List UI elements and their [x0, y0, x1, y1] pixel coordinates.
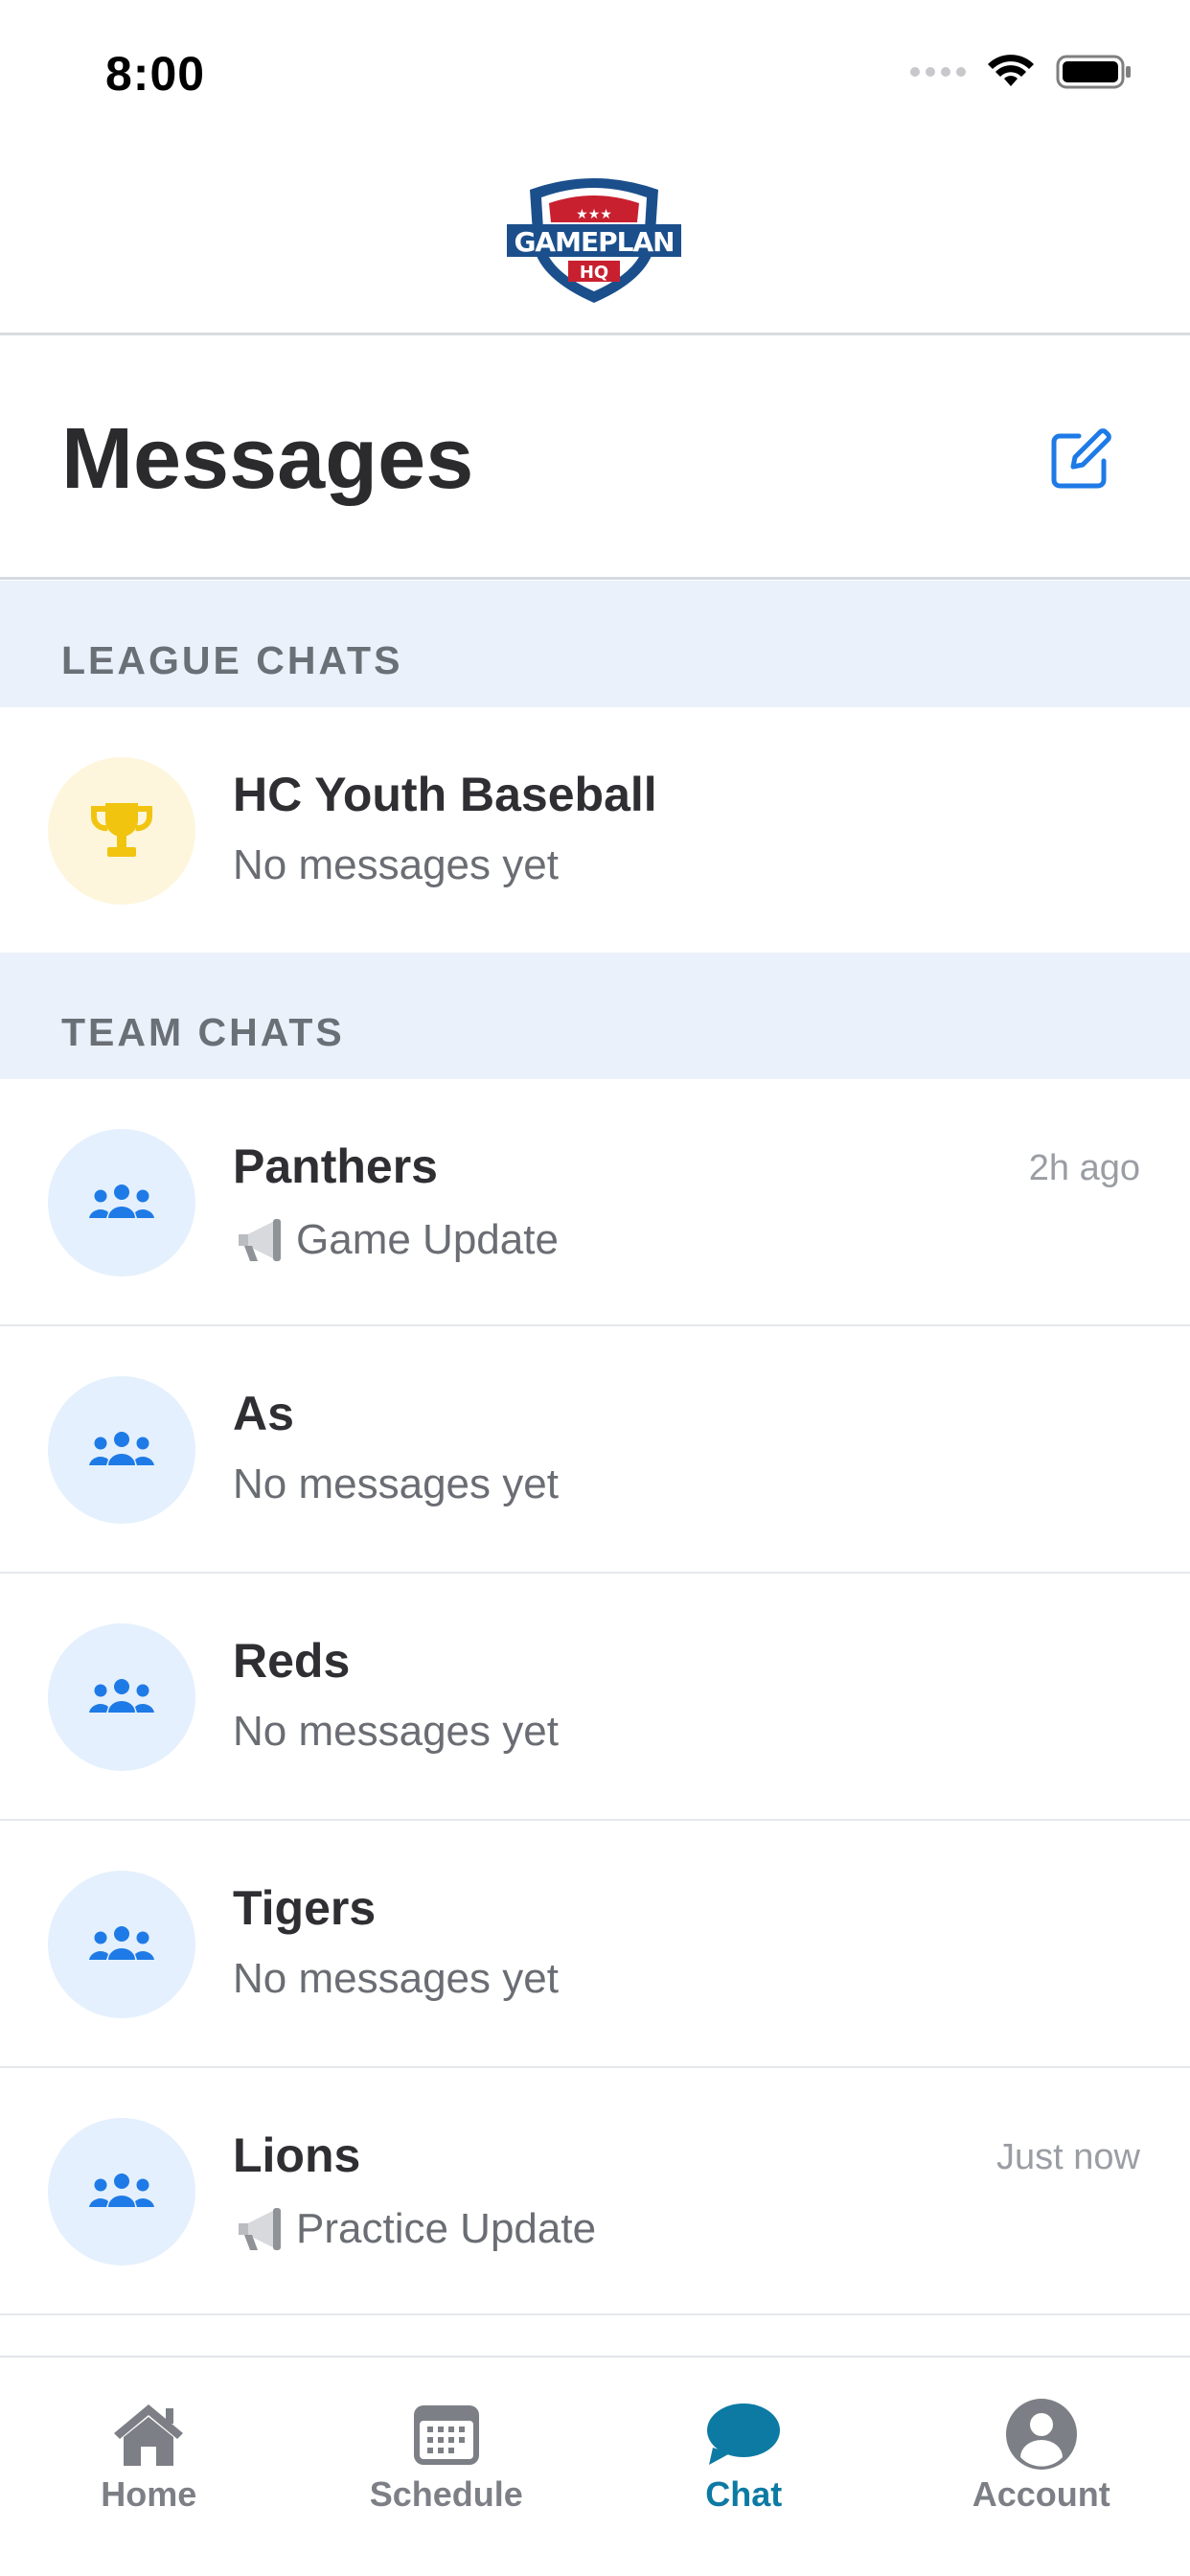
tab-label: Account [972, 2474, 1110, 2514]
tab-chat[interactable]: Chat [595, 2358, 893, 2576]
team-avatar [48, 1623, 195, 1771]
app-header: ★★★ GAMEPLAN HQ [0, 144, 1190, 335]
team-avatar [48, 2118, 195, 2266]
chat-name: HC Youth Baseball [233, 768, 657, 821]
chat-row-reds[interactable]: Reds No messages yet [0, 1574, 1190, 1821]
compose-button[interactable] [1046, 426, 1113, 494]
chat-timestamp: 2h ago [1028, 1148, 1140, 1188]
team-group-icon [89, 1679, 154, 1713]
svg-text:HQ: HQ [580, 263, 608, 283]
chat-row-panthers[interactable]: Panthers 2h ago Game Update [0, 1079, 1190, 1326]
calendar-icon [408, 2396, 485, 2472]
megaphone-icon [239, 1219, 281, 1261]
title-row: Messages [0, 338, 1190, 580]
chat-preview: No messages yet [233, 1460, 559, 1507]
chat-row-tigers[interactable]: Tigers No messages yet [0, 1821, 1190, 2068]
chat-preview: No messages yet [233, 841, 559, 888]
chat-name: Panthers [233, 1139, 438, 1193]
page-title: Messages [61, 411, 474, 507]
tab-schedule[interactable]: Schedule [298, 2358, 596, 2576]
team-group-icon [89, 1926, 154, 1960]
chat-name: Reds [233, 1634, 351, 1688]
chat-row-hc-youth-baseball[interactable]: HC Youth Baseball No messages yet [0, 707, 1190, 954]
team-group-icon [89, 1432, 154, 1465]
tab-label: Schedule [369, 2474, 523, 2514]
status-time: 8:00 [105, 47, 206, 101]
cellular-signal-icon [910, 67, 966, 77]
team-avatar [48, 1376, 195, 1524]
section-header-league-chats: LEAGUE CHATS [0, 581, 1190, 707]
compose-icon [1051, 428, 1111, 489]
chat-name: Lions [233, 2128, 361, 2182]
team-avatar [48, 1129, 195, 1276]
chat-preview: Practice Update [233, 2202, 596, 2256]
gameplan-hq-logo: ★★★ GAMEPLAN HQ [507, 178, 681, 303]
status-bar: 8:00 [0, 0, 1190, 144]
chat-bubble-icon [705, 2396, 782, 2472]
svg-text:★★★: ★★★ [576, 207, 612, 222]
chat-preview: Game Update [233, 1213, 559, 1267]
svg-text:GAMEPLAN: GAMEPLAN [514, 226, 674, 258]
tab-label: Chat [705, 2474, 783, 2514]
home-icon [110, 2396, 187, 2472]
chat-timestamp: Just now [996, 2137, 1140, 2177]
league-avatar [48, 757, 195, 905]
tab-bar: Home Schedule Chat Account [0, 2356, 1190, 2576]
tab-home[interactable]: Home [0, 2358, 298, 2576]
team-group-icon [89, 1184, 154, 1218]
chat-row-lions[interactable]: Lions Just now Practice Update [0, 2068, 1190, 2315]
team-avatar [48, 1871, 195, 2018]
chat-row-as[interactable]: As No messages yet [0, 1326, 1190, 1574]
section-header-team-chats: TEAM CHATS [0, 953, 1190, 1079]
chat-preview: No messages yet [233, 1708, 559, 1755]
status-icons [910, 54, 1133, 90]
chat-name: Tigers [233, 1881, 377, 1935]
chat-preview: No messages yet [233, 1955, 559, 2002]
trophy-icon [90, 803, 153, 857]
section-header-label: LEAGUE CHATS [61, 638, 403, 682]
chat-name: As [233, 1387, 294, 1440]
wifi-icon [988, 55, 1034, 86]
megaphone-icon [239, 2208, 281, 2250]
tab-account[interactable]: Account [893, 2358, 1190, 2576]
battery-icon [1056, 55, 1131, 89]
account-icon [1003, 2396, 1080, 2472]
tab-label: Home [101, 2474, 197, 2514]
team-group-icon [89, 2174, 154, 2207]
section-header-label: TEAM CHATS [61, 1010, 345, 1054]
